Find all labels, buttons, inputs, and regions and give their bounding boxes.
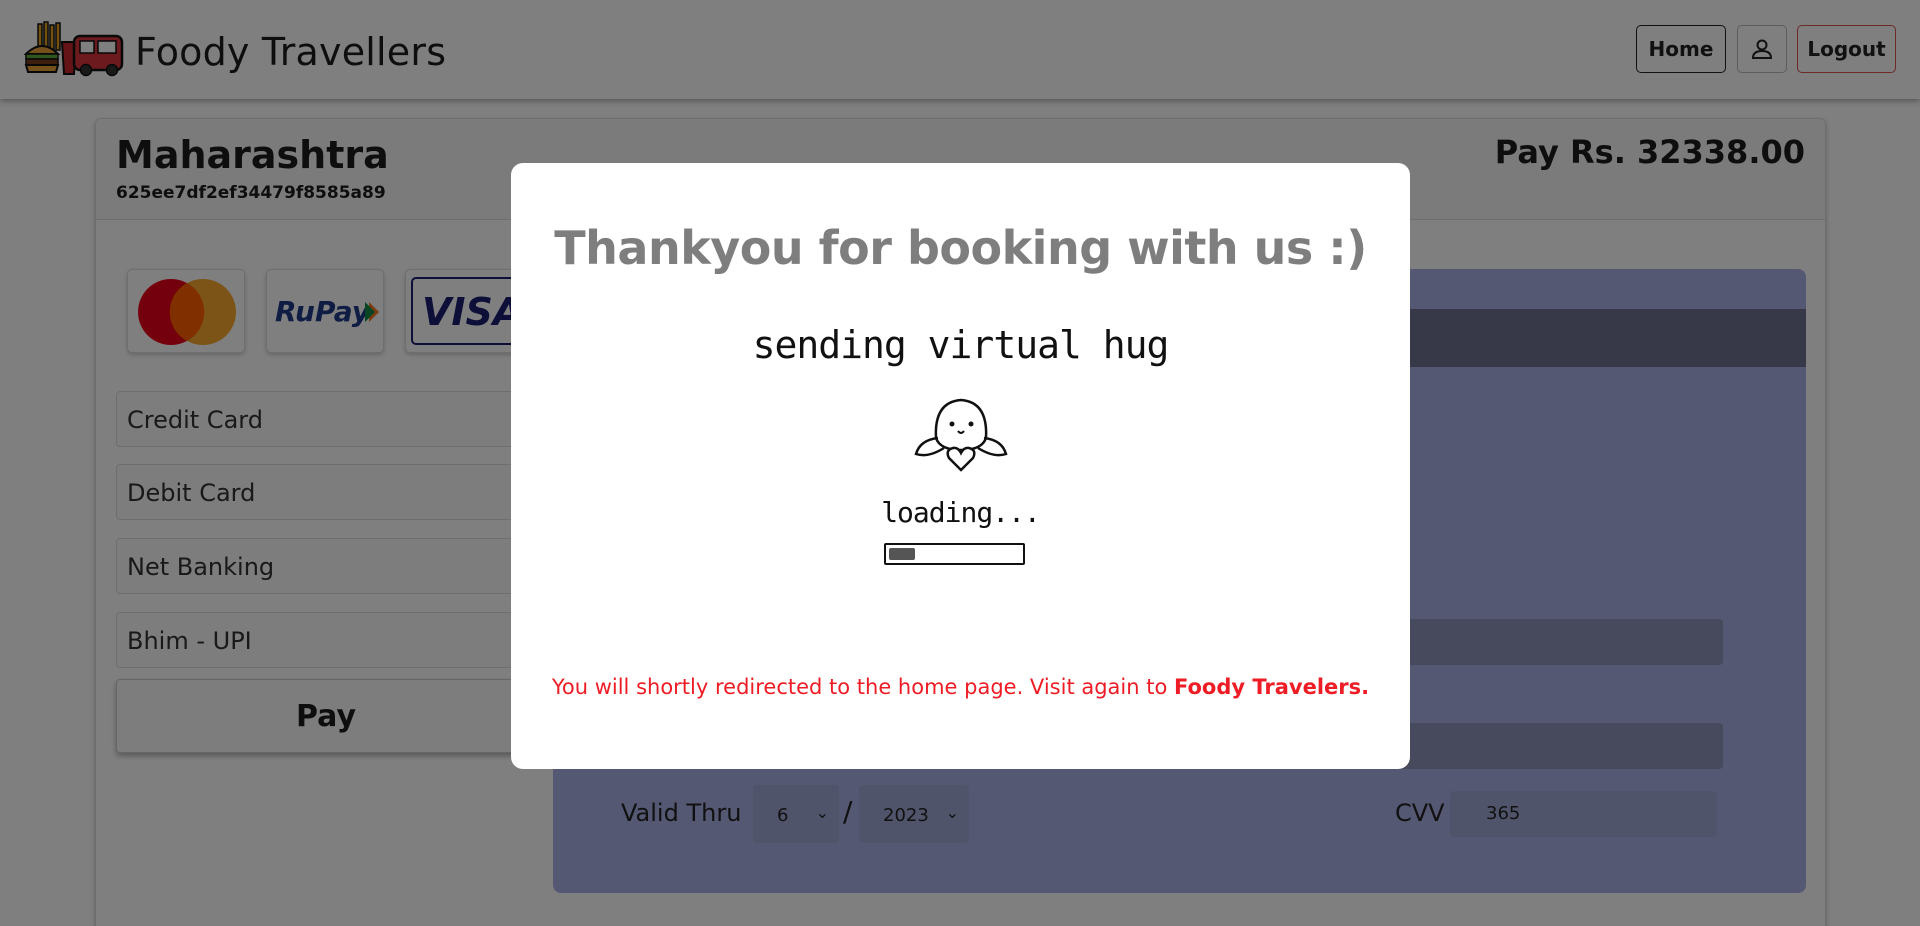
modal-title: Thankyou for booking with us :): [554, 221, 1367, 275]
virtual-hug-illustration: [914, 398, 1008, 472]
hug-text: sending virtual hug: [752, 323, 1170, 367]
redirect-message: You will shortly redirected to the home …: [511, 675, 1410, 699]
loading-text: loading...: [881, 496, 1041, 529]
booking-confirmation-modal: Thankyou for booking with us :) sending …: [511, 163, 1410, 769]
redirect-brand: Foody Travelers.: [1174, 675, 1370, 699]
redirect-text: You will shortly redirected to the home …: [551, 675, 1174, 699]
loading-bar-fill: [889, 548, 915, 560]
loading-bar: [884, 543, 1025, 565]
